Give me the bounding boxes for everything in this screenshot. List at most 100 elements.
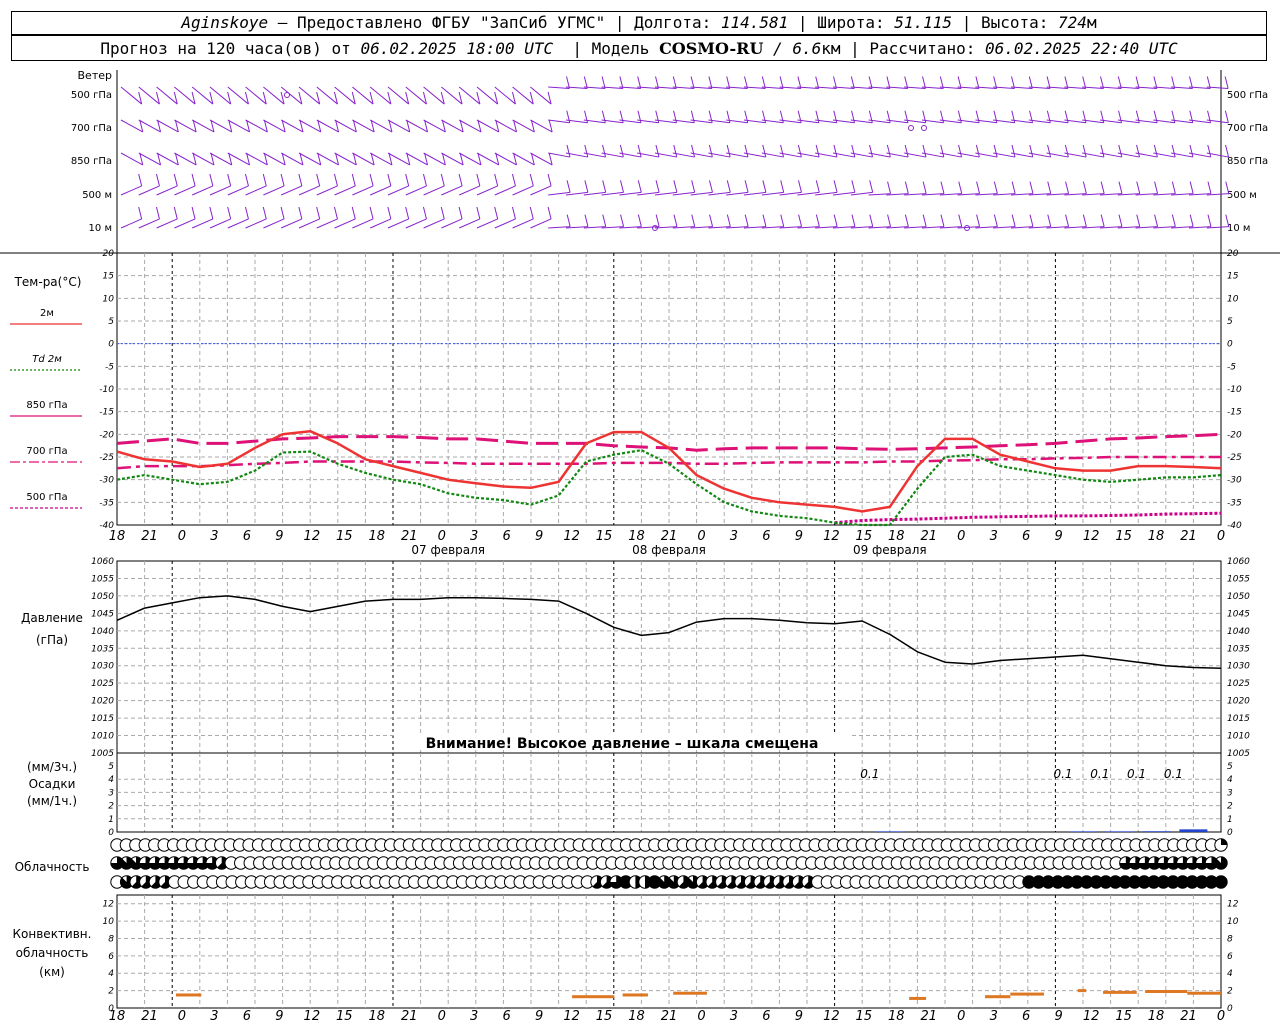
wind-barb-flag — [762, 110, 767, 123]
wind-barb-flag — [780, 214, 785, 227]
wind-barb-flag — [138, 206, 143, 220]
wind-barb-flag — [975, 110, 980, 123]
wind-barb-flag — [387, 173, 392, 187]
pressure-ytick-right: 1045 — [1227, 609, 1250, 619]
precip-label: (мм/1ч.) — [27, 794, 77, 808]
wind-barb-flag — [975, 144, 980, 158]
wind-barb-flag — [673, 180, 678, 193]
time-tick-top: 15 — [1115, 529, 1132, 544]
time-tick-bottom: 9 — [275, 1009, 283, 1024]
time-tick-top: 21 — [141, 529, 158, 544]
wind-barb-flag — [316, 173, 321, 187]
pressure-ytick-left: 1030 — [91, 662, 114, 672]
wind-barb-flag — [976, 181, 981, 194]
pressure-ytick-left: 1010 — [91, 732, 114, 742]
wind-barb-flag — [333, 206, 338, 220]
pressure-ytick-left: 1040 — [91, 627, 114, 637]
time-tick-top: 0 — [957, 529, 965, 544]
wind-barb — [120, 218, 142, 229]
time-tick-top: 15 — [856, 529, 873, 544]
time-tick-top: 3 — [990, 529, 998, 544]
time-tick-top: 0 — [178, 529, 186, 544]
conv-segment — [1077, 989, 1087, 993]
wind-barb — [494, 185, 516, 196]
wind-barb-flag — [298, 173, 303, 187]
conv-ytick-left: 2 — [108, 987, 114, 997]
wind-barb-flag — [904, 144, 909, 158]
precip-label: Осадки — [29, 777, 76, 791]
wind-barb — [298, 218, 320, 229]
time-tick-top: 15 — [336, 529, 353, 544]
wind-barb-flag — [1011, 214, 1016, 227]
temp-title: Тем-ра(°C) — [14, 275, 82, 289]
wind-barb-flag — [1136, 144, 1141, 158]
wind-barb-flag — [815, 214, 820, 227]
wind-level-right: 500 м — [1227, 190, 1257, 201]
temp-legend-label: 700 гПа — [26, 446, 67, 457]
wind-barb — [209, 86, 231, 105]
wind-barb — [263, 185, 285, 196]
wind-barb-flag — [869, 180, 874, 193]
temp-ytick-left: -5 — [105, 362, 114, 372]
wind-barb-flag — [904, 214, 909, 227]
time-tick-top: 0 — [1217, 529, 1225, 544]
wind-barb-flag — [940, 144, 945, 158]
wind-barb-flag — [851, 180, 856, 193]
wind-barb-flag — [833, 110, 838, 123]
temp-ytick-right: -40 — [1227, 521, 1242, 531]
temp-ytick-right: -20 — [1227, 430, 1242, 440]
pressure-ytick-left: 1045 — [91, 609, 114, 619]
wind-barb-flag — [744, 180, 749, 193]
wind-barb-flag — [833, 180, 838, 193]
temp-ytick-right: -25 — [1227, 453, 1242, 463]
wind-barb-flag — [387, 206, 392, 220]
wind-barb-flag — [244, 173, 249, 187]
wind-barb-flag — [369, 173, 374, 187]
precip-ytick-left: 3 — [108, 788, 114, 798]
wind-barb-flag — [1189, 144, 1194, 158]
wind-barb — [334, 86, 356, 105]
temp-ytick-right: 10 — [1227, 294, 1239, 304]
pressure-ytick-right: 1060 — [1227, 557, 1250, 567]
wind-level-left: 500 гПа — [71, 90, 112, 101]
temp-ytick-left: -35 — [99, 498, 114, 508]
time-tick-top: 18 — [888, 529, 905, 544]
time-tick-bottom: 21 — [920, 1009, 937, 1024]
conv-segment — [622, 993, 648, 997]
wind-barb — [494, 218, 516, 229]
wind-barb-flag — [262, 173, 267, 187]
time-tick-top: 12 — [563, 529, 580, 544]
wind-barb-flag — [762, 180, 767, 193]
wind-barb — [387, 86, 409, 105]
pressure-ytick-right: 1030 — [1227, 662, 1250, 672]
conv-ytick-right: 0 — [1227, 1004, 1233, 1014]
convective-panel: 12 1210 108 86 64 42 20 0Конвективн.облачность(… — [13, 894, 1239, 1014]
time-tick-bottom: 9 — [795, 1009, 803, 1024]
wind-barb-flag — [191, 206, 196, 220]
wind-barb — [174, 185, 196, 196]
wind-barb — [280, 185, 303, 196]
precip-ytick-left: 0 — [108, 828, 114, 838]
time-tick-bottom: 6 — [243, 1009, 251, 1024]
wind-barb-flag — [280, 206, 285, 220]
wind-barb-flag — [690, 110, 695, 123]
time-tick-top: 6 — [243, 529, 251, 544]
temp-ytick-left: 0 — [108, 340, 114, 350]
wind-barb-flag — [691, 144, 696, 158]
wind-barb — [458, 218, 481, 229]
wind-barb-flag — [1171, 214, 1176, 227]
wind-barb-flag — [173, 173, 178, 187]
wind-barb-flag — [1189, 214, 1194, 227]
conv-ytick-right: 4 — [1227, 969, 1233, 979]
wind-barb-flag — [1082, 110, 1087, 123]
wind-barb-flag — [620, 214, 625, 227]
wind-barb-flag — [779, 110, 784, 123]
wind-barb-flag — [673, 110, 678, 123]
wind-barb-flag — [851, 214, 856, 227]
wind-barb-flag — [1064, 110, 1069, 123]
conv-label: облачность — [16, 946, 89, 960]
wind-barb — [156, 185, 178, 196]
wind-barb-flag — [351, 173, 356, 187]
time-tick-bottom: 12 — [304, 1009, 321, 1024]
wind-barb-flag — [958, 181, 963, 194]
